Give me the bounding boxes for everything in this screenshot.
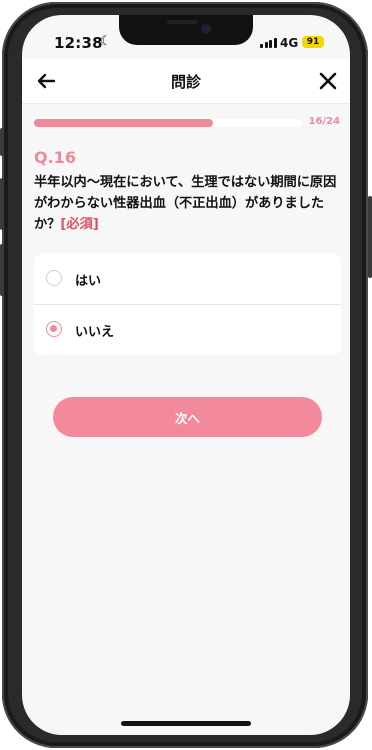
camera — [201, 24, 211, 34]
screen: 12:38 ☾ 4G 91 問診 16/24 Q.16 半年以内〜現在において、… — [22, 15, 350, 735]
battery-icon: 91 — [302, 36, 324, 48]
option-label: はい — [75, 274, 102, 289]
required-badge: [必須] — [60, 217, 99, 232]
next-button[interactable]: 次へ — [53, 397, 322, 437]
moon-icon: ☾ — [100, 34, 112, 49]
question-text: 半年以内〜現在において、生理ではない期間に原因がわからない性器出血（不正出血）が… — [34, 172, 342, 235]
notch — [119, 15, 253, 45]
radio-button[interactable] — [46, 321, 62, 337]
close-icon[interactable] — [316, 69, 340, 93]
option-label: いいえ — [75, 325, 115, 340]
progress-bar — [34, 119, 302, 127]
network-type: 4G — [280, 36, 299, 50]
progress-fill — [34, 119, 213, 127]
radio-button[interactable] — [46, 270, 62, 286]
volume-down-button — [0, 244, 4, 296]
home-indicator — [121, 721, 251, 726]
option-no[interactable]: いいえ — [34, 304, 341, 355]
progress-label: 16/24 — [308, 116, 340, 127]
signal-icon — [260, 38, 277, 48]
speaker — [167, 20, 197, 24]
side-button — [0, 128, 4, 156]
nav-bar: 問診 — [22, 59, 350, 104]
answer-options: はい いいえ — [34, 254, 341, 355]
status-time: 12:38 — [54, 34, 103, 52]
volume-up-button — [0, 178, 4, 230]
page-title: 問診 — [170, 73, 201, 91]
question-number: Q.16 — [34, 148, 76, 167]
option-yes[interactable]: はい — [34, 254, 341, 304]
power-button — [368, 196, 372, 278]
